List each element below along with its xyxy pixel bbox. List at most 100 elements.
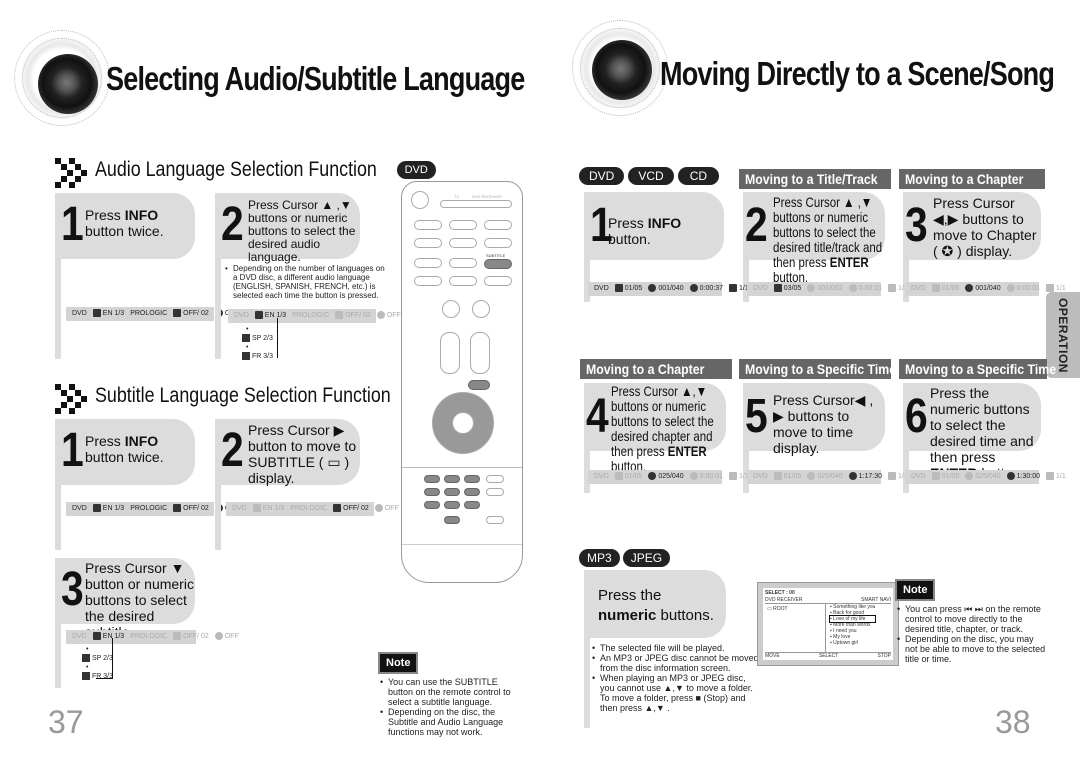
step-text: Press Cursor ◀,▶ buttons to move to Chap… xyxy=(933,195,1037,259)
note-bullets-right: You can press ⏮ ⏭ on the remote control … xyxy=(897,604,1047,664)
bullet: An MP3 or JPEG disc cannot be moved from… xyxy=(592,653,762,673)
track-item[interactable]: ▪ Uptown girl xyxy=(830,640,875,646)
text: button twice. xyxy=(85,223,164,239)
bullet: When playing an MP3 or JPEG disc, you ca… xyxy=(592,673,762,713)
audio-step-1: 1 Press INFO button twice. xyxy=(55,193,195,259)
cycle-item: FR 3/3 xyxy=(242,352,273,361)
step-number: 4 xyxy=(586,390,609,443)
title-icon xyxy=(773,472,782,481)
osd-audio: EN 1/3 xyxy=(92,502,124,516)
clock-icon xyxy=(848,284,857,293)
remote-control-illustration: TV DVD RECEIVER SUBTITLE xyxy=(401,181,523,583)
header-text: Moving to a Title/Track xyxy=(745,171,878,187)
value: OFF/ 02 xyxy=(183,633,209,640)
subtitle-icon xyxy=(173,309,182,318)
disc-badges: DVD VCD CD xyxy=(579,167,720,185)
step-rail xyxy=(215,259,221,359)
step-number: 1 xyxy=(61,424,84,477)
value: 1:17:30 xyxy=(858,473,882,480)
note-label-left: Note xyxy=(378,652,419,674)
audio-icon xyxy=(242,334,250,343)
screen-footer: MOVE SELECT STOP xyxy=(765,652,891,659)
page-title-left: Selecting Audio/Subtitle Language xyxy=(106,60,525,97)
osd-bar: DVD EN 1/3 PROLOGIC OFF/ 02 OFF xyxy=(66,502,239,516)
source-label: DVD RECEIVER xyxy=(765,597,803,603)
osd-title: 03/05 xyxy=(773,282,801,296)
osd-repeat: OFF xyxy=(374,502,399,516)
text: button. xyxy=(608,231,651,247)
value: 1:30:00 xyxy=(1016,473,1040,480)
osd-sound: PROLOGIC xyxy=(292,312,330,319)
remote-bottom-line xyxy=(402,544,522,545)
step-button xyxy=(414,276,442,286)
receiver-label: DVD RECEIVER xyxy=(472,194,503,199)
osd-chapter: 001/040 xyxy=(648,282,684,296)
value: 01/05 xyxy=(783,473,802,480)
osd-time: 0:00:01 xyxy=(848,282,882,296)
audio-bullets: Depending on the number of languages on … xyxy=(225,264,385,300)
osd-chapter: 001/040 xyxy=(965,282,1001,296)
speaker-graphic xyxy=(12,28,112,128)
value: OFF/ 02 xyxy=(183,310,209,317)
note-label-right: Note xyxy=(895,579,936,601)
value: OFF/ 02 xyxy=(343,505,369,512)
step-rail xyxy=(55,624,61,688)
audio-icon xyxy=(92,504,101,513)
osd-angle: 1/1 xyxy=(1045,470,1066,484)
value: 025/040 xyxy=(975,473,1001,480)
text-bold: INFO xyxy=(124,207,159,223)
select-readout: SELECT : 00 xyxy=(765,590,795,596)
digest-button xyxy=(449,276,477,286)
osd-chapter: 025/040 xyxy=(807,470,843,484)
step-text: Press Cursor ▼ button or numeric buttons… xyxy=(85,560,194,640)
title-icon xyxy=(614,472,623,481)
step-text: Press Cursor ▲,▼ buttons or numeric butt… xyxy=(611,384,723,474)
page-title-right: Moving Directly to a Scene/Song xyxy=(660,55,1055,92)
subtitle-step-1: 1 Press INFO button twice. xyxy=(55,419,195,485)
header-chapter: Moving to a Chapter xyxy=(580,359,732,379)
osd-disc: DVD xyxy=(753,473,768,480)
mp3-badges: MP3 JPEG xyxy=(579,549,671,567)
step-text: Press the numeric buttons to select the … xyxy=(930,385,1040,481)
num-8-button xyxy=(444,501,460,509)
scene-step-5: 5 Press Cursor◀ , ▶ buttons to move to t… xyxy=(743,383,885,456)
dvd-badge: DVD xyxy=(579,167,625,185)
osd-time: 0:00:01 xyxy=(1006,282,1040,296)
text-bold: numeric xyxy=(598,607,657,624)
step-text: Press Cursor ▲ ,▼ buttons or numeric but… xyxy=(248,198,356,264)
osd-disc: DVD xyxy=(234,312,249,319)
num-9-button xyxy=(464,501,480,509)
text: Press Cursor◀ , ▶ buttons to move to tim… xyxy=(773,392,874,456)
page-number-right: 38 xyxy=(995,704,1031,740)
value: 001/040 xyxy=(975,285,1001,292)
select-hint: SELECT xyxy=(818,653,839,659)
value: OFF/ 02 xyxy=(345,312,371,319)
dvd-button xyxy=(414,238,442,248)
tuner-button xyxy=(449,220,477,230)
subtitle-label: SUBTITLE xyxy=(486,253,506,258)
osd-disc: DVD xyxy=(911,285,926,292)
repeat-icon xyxy=(214,632,223,641)
osd-sound: PROLOGIC xyxy=(130,633,168,640)
value: OFF/ 02 xyxy=(183,505,209,512)
jpeg-badge: JPEG xyxy=(622,549,671,567)
clock-icon xyxy=(1006,472,1015,481)
osd-disc: DVD xyxy=(753,285,768,292)
stop-hint: STOP xyxy=(877,653,891,659)
scene-step-2: 2 Press Cursor ▲ ,▼ buttons or numeric b… xyxy=(743,192,885,285)
keypad-divider xyxy=(402,467,522,468)
power-button xyxy=(411,191,429,209)
text: buttons. xyxy=(656,607,714,624)
vcd-badge: VCD xyxy=(628,167,674,185)
repeat-button xyxy=(484,276,512,286)
step-text: Press INFO button. xyxy=(608,215,724,247)
clock-icon xyxy=(689,472,698,481)
dvd-badge: DVD xyxy=(396,161,436,179)
tuning-rocker xyxy=(470,332,490,374)
osd-time: 0:00:01 xyxy=(689,470,723,484)
text-bold: ENTER xyxy=(829,254,869,270)
audio-cycle-list: • SP 2/3 • FR 3/3 xyxy=(242,325,273,361)
osd-time: 1:30:00 xyxy=(1006,470,1040,484)
header-text: Moving to a Chapter xyxy=(586,361,705,377)
value: 001/002 xyxy=(817,285,843,292)
